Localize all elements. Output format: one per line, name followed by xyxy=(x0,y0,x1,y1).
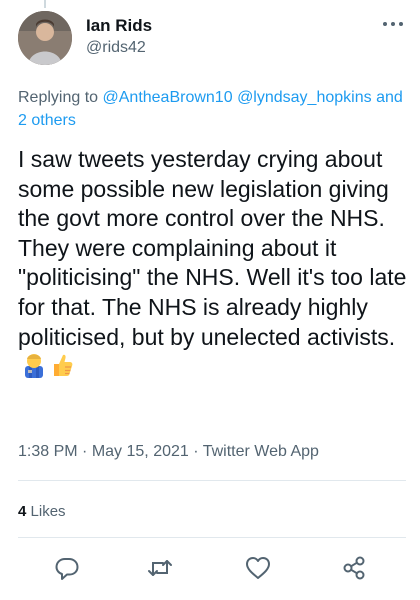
mechanic-emoji-icon xyxy=(22,352,46,386)
like-button[interactable] xyxy=(243,553,273,583)
replying-to-label: Replying to xyxy=(18,89,99,106)
tweet-text: I saw tweets yesterday crying about some… xyxy=(18,146,407,350)
mention-link[interactable]: @lyndsay_hopkins xyxy=(237,89,372,106)
mention-link[interactable]: @AntheaBrown10 xyxy=(103,89,233,106)
user-handle[interactable]: @rids42 xyxy=(86,39,146,57)
retweet-button[interactable] xyxy=(145,553,175,583)
likes-count: 4 xyxy=(18,503,27,520)
likes-stat[interactable]: 4 Likes xyxy=(18,503,66,520)
tweet-header: Ian Rids @rids42 xyxy=(0,0,420,82)
reply-button[interactable] xyxy=(52,553,82,583)
thumbs-up-emoji-icon xyxy=(50,352,74,386)
more-horizontal-icon xyxy=(383,22,403,26)
avatar-photo xyxy=(18,11,72,65)
likes-label: Likes xyxy=(30,503,66,520)
share-icon xyxy=(343,556,365,580)
share-button[interactable] xyxy=(339,553,369,583)
tweet-body: I saw tweets yesterday crying about some… xyxy=(18,145,410,386)
replying-to: Replying to @AntheaBrown10 @lyndsay_hopk… xyxy=(18,86,408,132)
more-options-button[interactable] xyxy=(380,14,406,34)
divider xyxy=(18,480,406,481)
tweet-metadata: 1:38 PM · May 15, 2021 · Twitter Web App xyxy=(18,443,319,461)
tweet-source[interactable]: Twitter Web App xyxy=(203,443,319,460)
retweet-icon xyxy=(148,560,172,576)
tweet-date[interactable]: May 15, 2021 xyxy=(92,443,189,460)
reply-bubble-icon xyxy=(55,558,79,580)
meta-separator: · xyxy=(82,443,88,460)
heart-icon xyxy=(246,557,270,579)
tweet-time[interactable]: 1:38 PM xyxy=(18,443,78,460)
divider xyxy=(18,537,406,538)
avatar[interactable] xyxy=(18,11,72,65)
display-name[interactable]: Ian Rids xyxy=(86,16,152,36)
meta-separator: · xyxy=(193,443,199,460)
